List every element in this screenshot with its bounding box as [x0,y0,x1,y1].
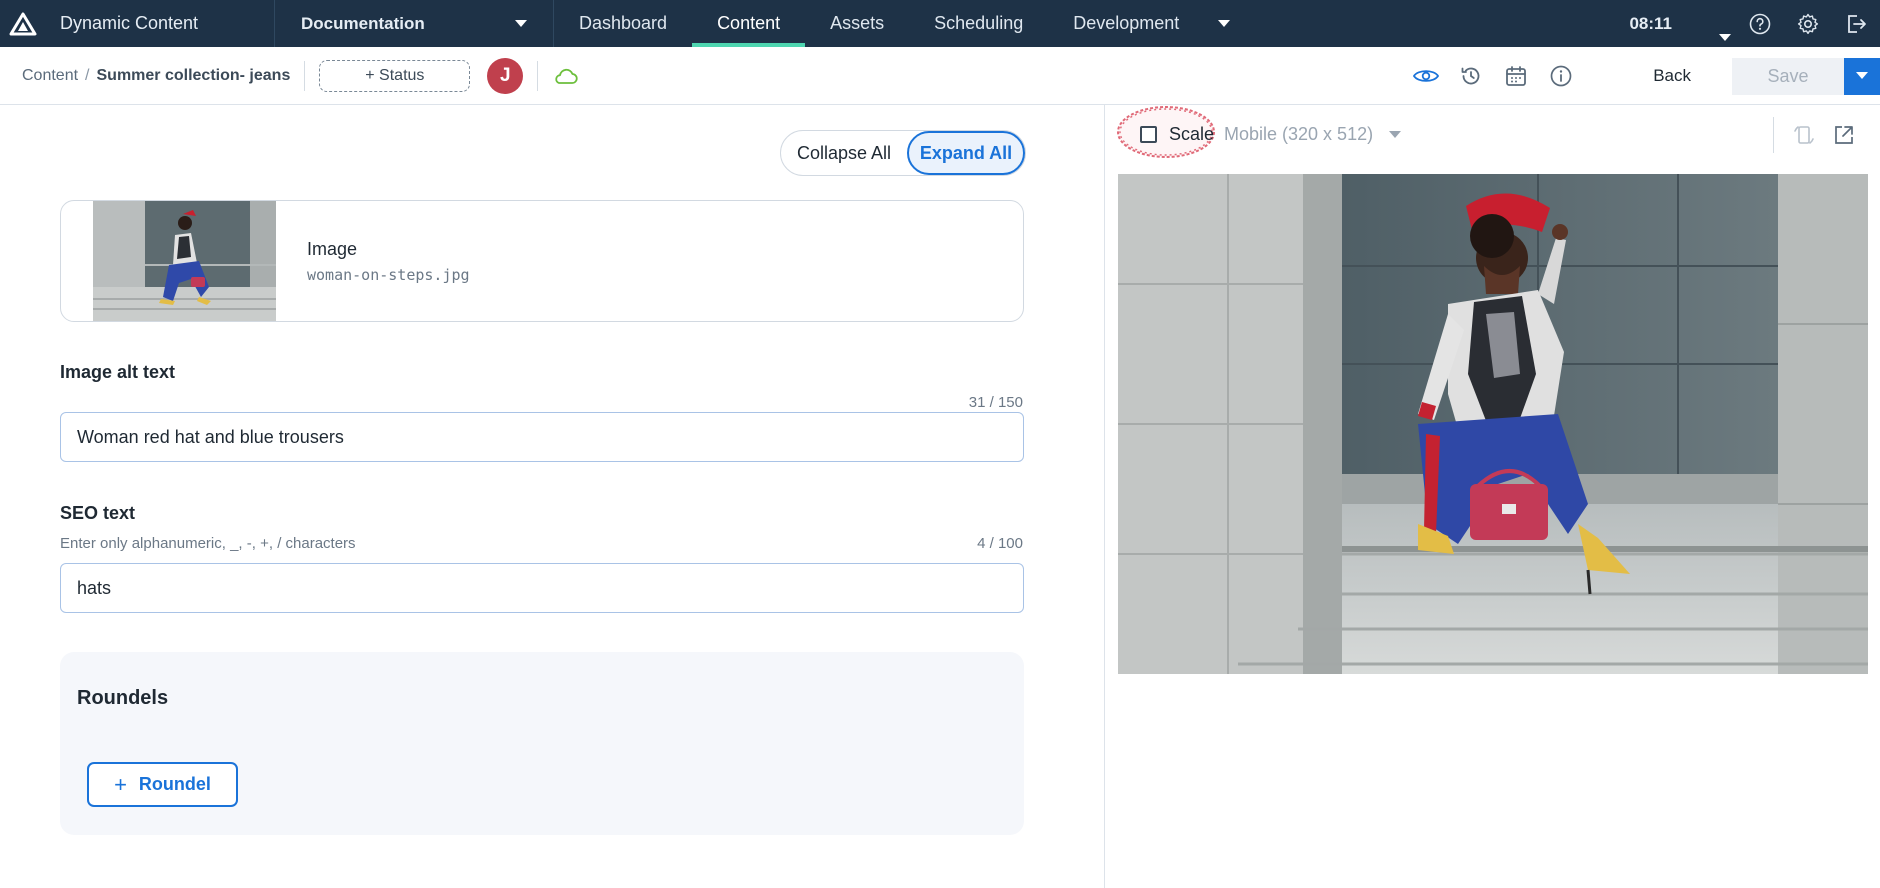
roundels-section: Roundels + Roundel [60,652,1024,835]
logout-icon[interactable] [1832,0,1880,47]
nav-right-controls: 08:11 [1629,0,1880,47]
divider [537,60,539,91]
device-select[interactable]: Mobile (320 x 512) [1224,124,1402,145]
tab-scheduling[interactable]: Scheduling [909,0,1048,47]
seo-text-input[interactable] [60,563,1024,613]
collapse-all-button[interactable]: Collapse All [781,131,907,175]
history-icon[interactable] [1448,47,1493,105]
time-selector[interactable]: 08:11 [1629,13,1736,41]
gear-icon[interactable] [1784,0,1832,47]
back-button[interactable]: Back [1653,66,1691,86]
scale-label: Scale [1169,124,1215,144]
avatar[interactable]: J [487,57,524,94]
tab-development[interactable]: Development [1048,0,1204,47]
alt-text-counter: 31 / 150 [968,394,1023,411]
breadcrumb-root[interactable]: Content [22,67,78,85]
chevron-down-icon [1719,33,1732,41]
add-roundel-button[interactable]: + Roundel [87,762,238,807]
tab-dashboard[interactable]: Dashboard [554,0,692,47]
content-toolbar: Content / Summer collection- jeans + Sta… [0,47,1880,105]
expand-all-button[interactable]: Expand All [907,131,1025,175]
chevron-down-icon [515,20,527,27]
plus-icon: + [114,771,127,797]
alt-text-label: Image alt text [60,362,176,382]
content-form-panel: Collapse All Expand All Image woman-on-s… [0,105,1105,888]
toolbar-actions: Back Save [1403,47,1880,105]
add-status-button[interactable]: + Status [319,59,471,92]
scale-checkbox[interactable] [1140,126,1157,143]
add-roundel-label: Roundel [138,774,211,794]
main-tabs: Dashboard Content Assets Scheduling Deve… [554,0,1244,47]
alt-text-input[interactable] [60,412,1024,462]
image-thumbnail[interactable] [93,201,276,321]
open-external-icon[interactable] [1826,117,1862,153]
hub-name: Documentation [301,13,425,33]
image-meta: Image woman-on-steps.jpg [307,239,470,284]
breadcrumb: Content / Summer collection- jeans [0,67,290,85]
divider [1773,117,1774,153]
preview-image [1118,174,1868,674]
preview-eye-icon[interactable] [1403,47,1448,105]
roundels-title: Roundels [77,687,169,709]
preview-frame [1118,163,1868,888]
save-options-chevron-icon[interactable] [1844,57,1880,95]
image-field-card[interactable]: Image woman-on-steps.jpg [60,200,1024,322]
app-name: Dynamic Content [60,13,199,33]
image-field-label: Image [307,238,358,259]
calendar-icon[interactable] [1493,47,1538,105]
top-navigation: Dynamic Content Documentation Dashboard … [0,0,1880,47]
seo-text-hint: Enter only alphanumeric, _, -, +, / char… [60,535,356,552]
help-icon[interactable] [1736,0,1784,47]
expand-collapse-toggle: Collapse All Expand All [780,130,1026,176]
seo-text-label: SEO text [60,503,136,523]
tab-assets[interactable]: Assets [805,0,909,47]
more-tabs-chevron-icon[interactable] [1204,0,1244,47]
rotate-device-icon[interactable] [1786,117,1822,153]
device-select-value: Mobile (320 x 512) [1224,124,1374,144]
visualization-panel: Scale Mobile (320 x 512) [1106,105,1880,888]
app-logo-icon[interactable] [0,0,46,47]
clock-display: 08:11 [1629,13,1672,33]
chevron-down-icon [1389,131,1402,138]
divider [304,60,306,91]
image-filename: woman-on-steps.jpg [307,265,470,284]
cloud-sync-icon [552,67,578,85]
hub-selector[interactable]: Documentation [274,0,554,47]
preview-toolbar: Scale Mobile (320 x 512) [1106,105,1880,163]
seo-text-counter: 4 / 100 [977,535,1023,552]
tab-content[interactable]: Content [692,0,806,47]
save-button[interactable]: Save [1732,57,1844,95]
info-icon[interactable] [1538,47,1583,105]
scale-control[interactable]: Scale [1114,105,1224,169]
breadcrumb-current: Summer collection- jeans [96,66,291,84]
breadcrumb-separator: / [85,66,90,84]
